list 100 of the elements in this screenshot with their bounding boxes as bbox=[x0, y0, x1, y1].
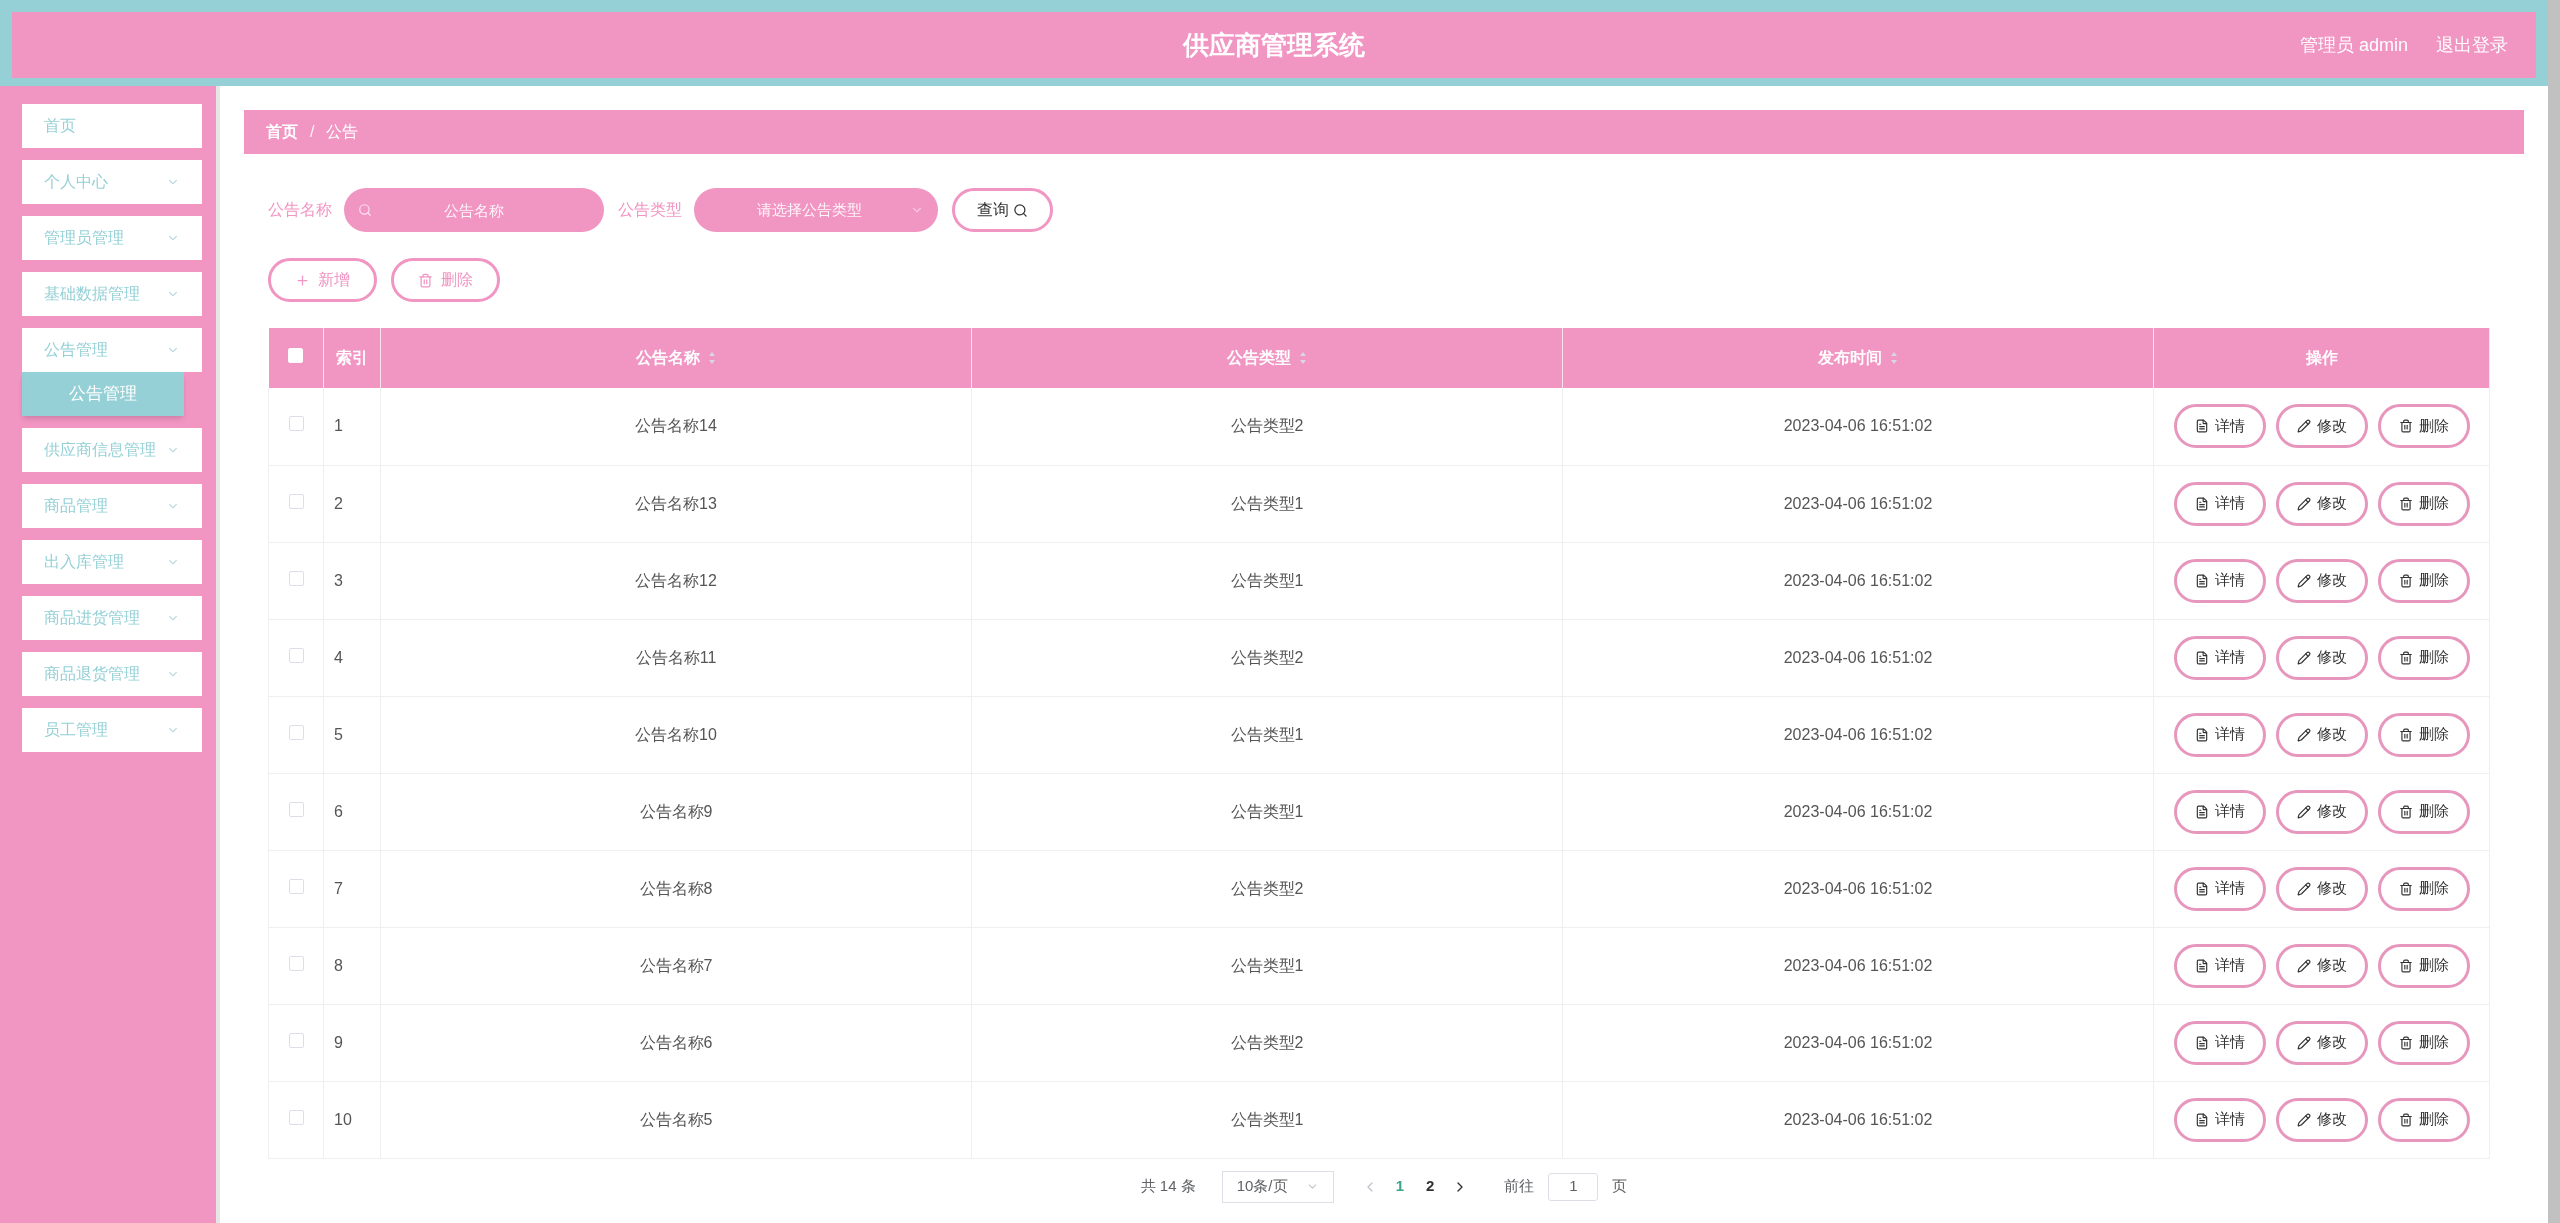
search-icon bbox=[358, 203, 372, 217]
field-label: 公告类型 bbox=[618, 200, 682, 220]
edit-button[interactable]: 修改 bbox=[2275, 1020, 2368, 1065]
pencil-icon bbox=[2296, 1035, 2311, 1050]
checkbox[interactable] bbox=[288, 724, 304, 740]
detail-button[interactable]: 详情 bbox=[2173, 635, 2266, 680]
edit-button[interactable]: 修改 bbox=[2275, 1097, 2368, 1142]
delete-button[interactable]: 删除 bbox=[2377, 1097, 2470, 1142]
trash-icon bbox=[2398, 1035, 2413, 1050]
edit-button[interactable]: 修改 bbox=[2275, 943, 2368, 988]
edit-button[interactable]: 修改 bbox=[2275, 866, 2368, 911]
table-cell: 2023-04-06 16:51:02 bbox=[1562, 542, 2154, 619]
checkbox[interactable] bbox=[288, 1109, 304, 1125]
pencil-icon bbox=[2296, 958, 2311, 973]
edit-button[interactable]: 修改 bbox=[2275, 712, 2368, 757]
table-cell: 6 bbox=[323, 773, 381, 850]
table-cell: 2023-04-06 16:51:02 bbox=[1562, 1081, 2154, 1158]
checkbox[interactable] bbox=[288, 955, 304, 971]
edit-button[interactable]: 修改 bbox=[2275, 635, 2368, 680]
table-cell: 2023-04-06 16:51:02 bbox=[1562, 773, 2154, 850]
table-cell: 3 bbox=[323, 542, 381, 619]
table-cell: 公告类型2 bbox=[971, 388, 1563, 465]
page-number[interactable]: 2 bbox=[1422, 1175, 1439, 1198]
checkbox[interactable] bbox=[288, 647, 304, 663]
pencil-icon bbox=[2296, 573, 2311, 588]
table-cell: 公告类型2 bbox=[971, 850, 1563, 927]
sort-icon[interactable] bbox=[708, 351, 716, 365]
detail-button[interactable]: 详情 bbox=[2173, 1020, 2266, 1065]
table-cell: 公告类型2 bbox=[971, 1004, 1563, 1081]
detail-button[interactable]: 详情 bbox=[2173, 481, 2266, 526]
detail-button[interactable]: 详情 bbox=[2173, 558, 2266, 603]
trash-icon bbox=[2398, 1112, 2413, 1127]
checkbox[interactable] bbox=[288, 1032, 304, 1048]
delete-button[interactable]: 删除 bbox=[2377, 712, 2470, 757]
checkbox[interactable] bbox=[288, 570, 304, 586]
document-icon bbox=[2194, 419, 2209, 434]
table-cell: 4 bbox=[323, 619, 381, 696]
edit-button[interactable]: 修改 bbox=[2275, 481, 2368, 526]
document-icon bbox=[2194, 1112, 2209, 1127]
table-cell: 10 bbox=[323, 1081, 381, 1158]
table-cell: 2023-04-06 16:51:02 bbox=[1562, 388, 2154, 465]
delete-button[interactable]: 删除 bbox=[2377, 635, 2470, 680]
page-size-select[interactable]: 10条/页 bbox=[1221, 1170, 1334, 1203]
table-cell: 2023-04-06 16:51:02 bbox=[1562, 465, 2154, 542]
detail-button[interactable]: 详情 bbox=[2173, 1097, 2266, 1142]
trash-icon bbox=[2398, 727, 2413, 742]
checkbox[interactable] bbox=[288, 493, 304, 509]
pencil-icon bbox=[2296, 727, 2311, 742]
query-button[interactable]: 查询 bbox=[952, 188, 1053, 232]
delete-button[interactable]: 删除 bbox=[2377, 404, 2470, 449]
pencil-icon bbox=[2296, 650, 2311, 665]
table-cell: 公告类型2 bbox=[971, 619, 1563, 696]
table-cell: 9 bbox=[323, 1004, 381, 1081]
delete-button[interactable]: 删除 bbox=[2377, 481, 2470, 526]
table-cell: 2023-04-06 16:51:02 bbox=[1562, 850, 2154, 927]
checkbox[interactable] bbox=[288, 878, 304, 894]
scrollbar[interactable] bbox=[2548, 0, 2560, 1223]
document-icon bbox=[2194, 650, 2209, 665]
goto-suffix: 页 bbox=[1612, 1176, 1628, 1197]
goto-label: 前往 bbox=[1504, 1176, 1535, 1197]
detail-button[interactable]: 详情 bbox=[2173, 789, 2266, 834]
delete-button[interactable]: 删除 bbox=[2377, 866, 2470, 911]
table-cell: 2023-04-06 16:51:02 bbox=[1562, 1004, 2154, 1081]
detail-button[interactable]: 详情 bbox=[2173, 866, 2266, 911]
edit-button[interactable]: 修改 bbox=[2275, 404, 2368, 449]
column-header: 索引 bbox=[323, 328, 381, 388]
document-icon bbox=[2194, 1035, 2209, 1050]
table-cell: 2023-04-06 16:51:02 bbox=[1562, 619, 2154, 696]
document-icon bbox=[2194, 958, 2209, 973]
sort-icon[interactable] bbox=[1890, 351, 1898, 365]
breadcrumb-separator: / bbox=[310, 122, 315, 142]
pencil-icon bbox=[2296, 881, 2311, 896]
table-cell: 公告名称5 bbox=[380, 1081, 972, 1158]
detail-button[interactable]: 详情 bbox=[2173, 712, 2266, 757]
delete-button[interactable]: 删除 bbox=[2377, 789, 2470, 834]
table-cell: 公告名称6 bbox=[380, 1004, 972, 1081]
table-cell: 公告类型1 bbox=[971, 542, 1563, 619]
trash-icon bbox=[2398, 650, 2413, 665]
table-cell: 5 bbox=[323, 696, 381, 773]
table-cell: 公告类型1 bbox=[971, 773, 1563, 850]
edit-button[interactable]: 修改 bbox=[2275, 558, 2368, 603]
app-title: 供应商管理系统 bbox=[1183, 28, 1365, 62]
edit-button[interactable]: 修改 bbox=[2275, 789, 2368, 834]
table-cell: 2023-04-06 16:51:02 bbox=[1562, 927, 2154, 1004]
table-cell: 2 bbox=[323, 465, 381, 542]
sort-icon[interactable] bbox=[1299, 351, 1307, 365]
delete-button[interactable]: 删除 bbox=[2377, 558, 2470, 603]
delete-button[interactable]: 删除 bbox=[2377, 943, 2470, 988]
document-icon bbox=[2194, 804, 2209, 819]
delete-button[interactable]: 删除 bbox=[2377, 1020, 2470, 1065]
search-field[interactable]: 公告名称 bbox=[344, 188, 604, 232]
table-cell: 公告名称7 bbox=[380, 927, 972, 1004]
search-icon bbox=[1013, 202, 1028, 218]
detail-button[interactable]: 详情 bbox=[2173, 943, 2266, 988]
checkbox[interactable] bbox=[288, 801, 304, 817]
checkbox[interactable] bbox=[288, 416, 304, 432]
detail-button[interactable]: 详情 bbox=[2173, 404, 2266, 449]
trash-icon bbox=[2398, 958, 2413, 973]
page-input[interactable]: 1 bbox=[1548, 1172, 1599, 1201]
document-icon bbox=[2194, 881, 2209, 896]
